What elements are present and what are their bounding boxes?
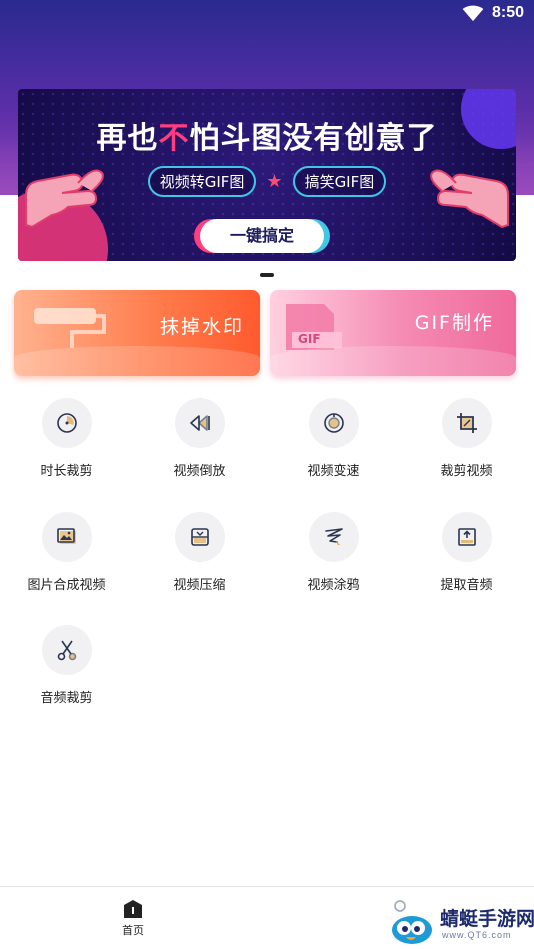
paint-roller-icon	[34, 308, 106, 348]
tool-icon-circle	[441, 512, 492, 562]
speed-icon	[323, 413, 344, 433]
status-bar: 8:50	[0, 0, 534, 30]
tool-icon-circle	[441, 398, 492, 448]
one-click-button[interactable]: 一键搞定	[200, 219, 324, 253]
wifi-icon	[462, 5, 484, 22]
promo-banner[interactable]: 再也不怕斗图没有创意了 视频转GIF图 ★ 搞笑GIF图 一键搞定	[18, 89, 516, 261]
tool-label: 视频涂鸦	[307, 578, 360, 593]
tool-images-to-video[interactable]: 图片合成视频	[0, 512, 133, 593]
tool-label: 音频裁剪	[40, 691, 93, 706]
compress-icon	[190, 528, 209, 546]
crop-icon	[456, 413, 477, 433]
dragonfly-mascot-icon	[392, 900, 432, 944]
tool-audio-trim[interactable]: 音频裁剪	[0, 625, 133, 706]
tool-duration-trim[interactable]: 时长裁剪	[0, 398, 133, 479]
banner-title-part: 再也	[96, 121, 159, 156]
gif-file-badge: GIF	[298, 332, 321, 346]
tool-label: 时长裁剪	[40, 464, 93, 479]
site-watermark-url: www.QT6.com	[442, 930, 512, 940]
tool-label: 图片合成视频	[27, 578, 106, 593]
scissors-icon	[57, 640, 76, 661]
banner-tag-video-to-gif: 视频转GIF图	[147, 166, 257, 197]
doodle-icon	[324, 528, 343, 545]
banner-title: 再也不怕斗图没有创意了	[18, 113, 516, 157]
nav-home[interactable]: 首页	[110, 899, 156, 938]
star-icon: ★	[266, 171, 283, 192]
tool-label: 裁剪视频	[440, 464, 493, 479]
tool-reverse-video[interactable]: 视频倒放	[133, 398, 266, 479]
tool-icon-circle	[174, 512, 225, 562]
banner-title-part: 怕斗图没有创意了	[189, 121, 438, 156]
remove-watermark-card[interactable]: 抹掉水印	[14, 290, 260, 376]
tool-icon-circle	[174, 398, 225, 448]
tool-video-speed[interactable]: 视频变速	[267, 398, 400, 479]
card-decoration	[270, 346, 516, 376]
banner-tags: 视频转GIF图 ★ 搞笑GIF图	[18, 166, 516, 197]
status-time: 8:50	[491, 4, 524, 21]
tool-icon-circle	[308, 512, 359, 562]
tool-icon-circle	[41, 398, 92, 448]
home-icon	[124, 900, 142, 918]
remove-watermark-label: 抹掉水印	[159, 316, 244, 338]
nav-home-label: 首页	[122, 924, 144, 937]
site-watermark-name: 蜻蜓手游网	[440, 908, 534, 930]
banner-tag-funny-gif: 搞笑GIF图	[292, 166, 387, 197]
card-decoration	[14, 346, 260, 376]
tool-icon-circle	[41, 512, 92, 562]
rewind-icon	[189, 415, 210, 431]
gif-maker-card[interactable]: GIF GIF制作	[270, 290, 516, 376]
site-watermark: 蜻蜓手游网 www.QT6.com	[386, 898, 534, 948]
banner-title-highlight: 不	[158, 121, 190, 156]
tool-extract-audio[interactable]: 提取音频	[400, 512, 533, 593]
tool-label: 视频倒放	[173, 464, 226, 479]
tool-icon-circle	[308, 398, 359, 448]
image-icon	[56, 528, 76, 544]
clock-icon	[56, 413, 77, 433]
tool-video-compress[interactable]: 视频压缩	[133, 512, 266, 593]
extract-audio-icon	[457, 528, 476, 546]
tool-crop-video[interactable]: 裁剪视频	[400, 398, 533, 479]
tool-label: 提取音频	[440, 578, 493, 593]
banner-page-indicator	[260, 273, 274, 277]
tool-label: 视频变速	[307, 464, 360, 479]
tool-icon-circle	[41, 625, 92, 675]
gif-maker-label: GIF制作	[414, 312, 494, 334]
tool-label: 视频压缩	[173, 578, 226, 593]
tool-video-doodle[interactable]: 视频涂鸦	[267, 512, 400, 593]
